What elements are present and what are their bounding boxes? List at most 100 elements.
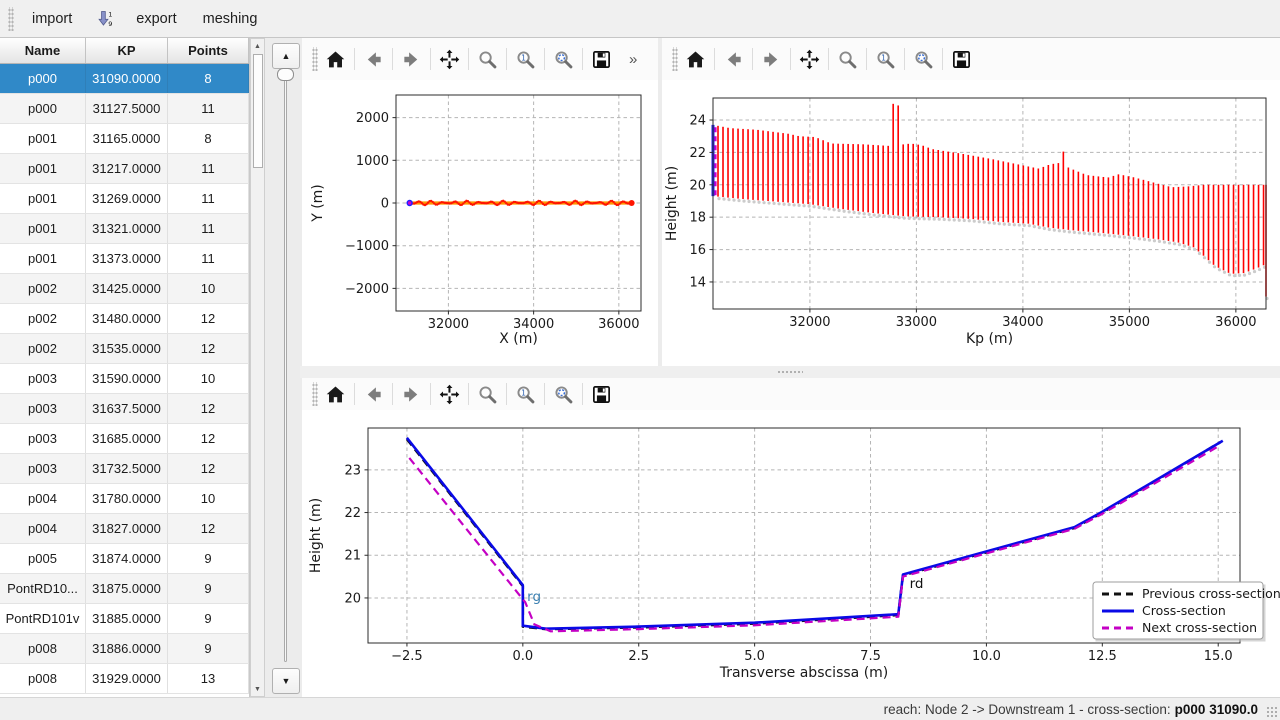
zoom-value-icon[interactable]: 1 — [872, 46, 899, 73]
cell-name[interactable]: p001 — [0, 154, 86, 183]
table-row[interactable]: p00131217.000011 — [0, 154, 249, 184]
cell-name[interactable]: p001 — [0, 124, 86, 153]
table-row[interactable]: p00831886.00009 — [0, 634, 249, 664]
longitudinal-profile-canvas[interactable]: 3200033000340003500036000141618202224Kp … — [662, 80, 1280, 366]
column-header-kp[interactable]: KP — [86, 38, 168, 63]
cell-points[interactable]: 11 — [168, 154, 249, 183]
slider-up-button[interactable]: ▲ — [272, 43, 300, 69]
cell-name[interactable]: p002 — [0, 304, 86, 333]
horizontal-splitter[interactable] — [300, 366, 1280, 378]
cell-name[interactable]: p002 — [0, 334, 86, 363]
meshing-button[interactable]: meshing — [191, 5, 270, 33]
zoom-region-icon[interactable] — [550, 46, 577, 73]
zoom-icon[interactable] — [474, 46, 501, 73]
export-button[interactable]: export — [124, 5, 188, 33]
cell-kp[interactable]: 31217.0000 — [86, 154, 168, 183]
table-row[interactable]: p00231535.000012 — [0, 334, 249, 364]
home-icon[interactable] — [322, 46, 349, 73]
cell-kp[interactable]: 31590.0000 — [86, 364, 168, 393]
cell-points[interactable]: 10 — [168, 274, 249, 303]
pan-icon[interactable] — [436, 46, 463, 73]
plan-view-canvas[interactable]: 320003400036000200010000−1000−2000X (m)Y… — [302, 80, 658, 366]
cell-points[interactable]: 11 — [168, 214, 249, 243]
zoom-icon[interactable] — [834, 46, 861, 73]
cell-kp[interactable]: 31875.0000 — [86, 574, 168, 603]
pan-icon[interactable] — [796, 46, 823, 73]
table-row[interactable]: p00131165.00008 — [0, 124, 249, 154]
sort-descending-icon[interactable]: 19 — [89, 4, 119, 34]
scroll-up-icon[interactable]: ▲ — [252, 40, 263, 52]
cell-name[interactable]: p005 — [0, 544, 86, 573]
cell-points[interactable]: 9 — [168, 544, 249, 573]
cell-kp[interactable]: 31929.0000 — [86, 664, 168, 693]
table-row[interactable]: p00031127.500011 — [0, 94, 249, 124]
cell-kp[interactable]: 31732.5000 — [86, 454, 168, 483]
zoom-value-icon[interactable]: 1 — [512, 46, 539, 73]
table-row[interactable]: p00331590.000010 — [0, 364, 249, 394]
cell-kp[interactable]: 31373.0000 — [86, 244, 168, 273]
scrollbar-thumb[interactable] — [253, 54, 263, 168]
table-row[interactable]: p00031090.00008 — [0, 64, 249, 94]
zoom-value-icon[interactable]: 1 — [512, 381, 539, 408]
back-icon[interactable] — [360, 381, 387, 408]
cell-kp[interactable]: 31885.0000 — [86, 604, 168, 633]
save-icon[interactable] — [588, 381, 615, 408]
toolbar-grip[interactable] — [312, 382, 318, 406]
cell-name[interactable]: p000 — [0, 94, 86, 123]
cell-kp[interactable]: 31780.0000 — [86, 484, 168, 513]
forward-icon[interactable] — [398, 46, 425, 73]
cell-name[interactable]: p002 — [0, 274, 86, 303]
cell-kp[interactable]: 31827.0000 — [86, 514, 168, 543]
forward-icon[interactable] — [758, 46, 785, 73]
table-row[interactable]: p00131321.000011 — [0, 214, 249, 244]
cell-name[interactable]: p000 — [0, 64, 86, 93]
cell-points[interactable]: 10 — [168, 364, 249, 393]
table-scrollbar[interactable]: ▲ ▼ — [250, 38, 265, 697]
zoom-region-icon[interactable] — [550, 381, 577, 408]
cross-section-figure[interactable]: rgrd−2.50.02.55.07.510.012.515.020212223… — [302, 410, 1280, 697]
cell-points[interactable]: 11 — [168, 184, 249, 213]
cell-kp[interactable]: 31269.0000 — [86, 184, 168, 213]
scroll-down-icon[interactable]: ▼ — [252, 683, 263, 695]
cell-name[interactable]: p001 — [0, 214, 86, 243]
cell-kp[interactable]: 31685.0000 — [86, 424, 168, 453]
cell-points[interactable]: 13 — [168, 664, 249, 693]
cell-kp[interactable]: 31535.0000 — [86, 334, 168, 363]
cell-points[interactable]: 9 — [168, 604, 249, 633]
cell-name[interactable]: p003 — [0, 454, 86, 483]
cell-kp[interactable]: 31165.0000 — [86, 124, 168, 153]
cross-section-canvas[interactable]: rgrd−2.50.02.55.07.510.012.515.020212223… — [302, 410, 1280, 697]
save-icon[interactable] — [588, 46, 615, 73]
table-row[interactable]: p00331732.500012 — [0, 454, 249, 484]
pan-icon[interactable] — [436, 381, 463, 408]
cell-points[interactable]: 11 — [168, 244, 249, 273]
cell-name[interactable]: PontRD10... — [0, 574, 86, 603]
table-row[interactable]: p00831929.000013 — [0, 664, 249, 694]
table-row[interactable]: p00231480.000012 — [0, 304, 249, 334]
slider-down-button[interactable]: ▼ — [272, 668, 300, 694]
cell-points[interactable]: 12 — [168, 334, 249, 363]
cell-name[interactable]: PontRD101v — [0, 604, 86, 633]
table-row[interactable]: p00531874.00009 — [0, 544, 249, 574]
back-icon[interactable] — [360, 46, 387, 73]
cell-name[interactable]: p008 — [0, 664, 86, 693]
cell-kp[interactable]: 31480.0000 — [86, 304, 168, 333]
zoom-region-icon[interactable] — [910, 46, 937, 73]
cell-points[interactable]: 12 — [168, 394, 249, 423]
cell-name[interactable]: p003 — [0, 364, 86, 393]
cell-points[interactable]: 9 — [168, 574, 249, 603]
table-row[interactable]: p00431780.000010 — [0, 484, 249, 514]
home-icon[interactable] — [322, 381, 349, 408]
save-icon[interactable] — [948, 46, 975, 73]
cell-name[interactable]: p004 — [0, 514, 86, 543]
cell-points[interactable]: 11 — [168, 94, 249, 123]
cell-name[interactable]: p003 — [0, 424, 86, 453]
cell-kp[interactable]: 31425.0000 — [86, 274, 168, 303]
table-row[interactable]: p00131269.000011 — [0, 184, 249, 214]
zoom-icon[interactable] — [474, 381, 501, 408]
table-row[interactable]: PontRD101v31885.00009 — [0, 604, 249, 634]
import-button[interactable]: import — [20, 5, 84, 33]
cell-points[interactable]: 9 — [168, 634, 249, 663]
forward-icon[interactable] — [398, 381, 425, 408]
cell-points[interactable]: 12 — [168, 514, 249, 543]
